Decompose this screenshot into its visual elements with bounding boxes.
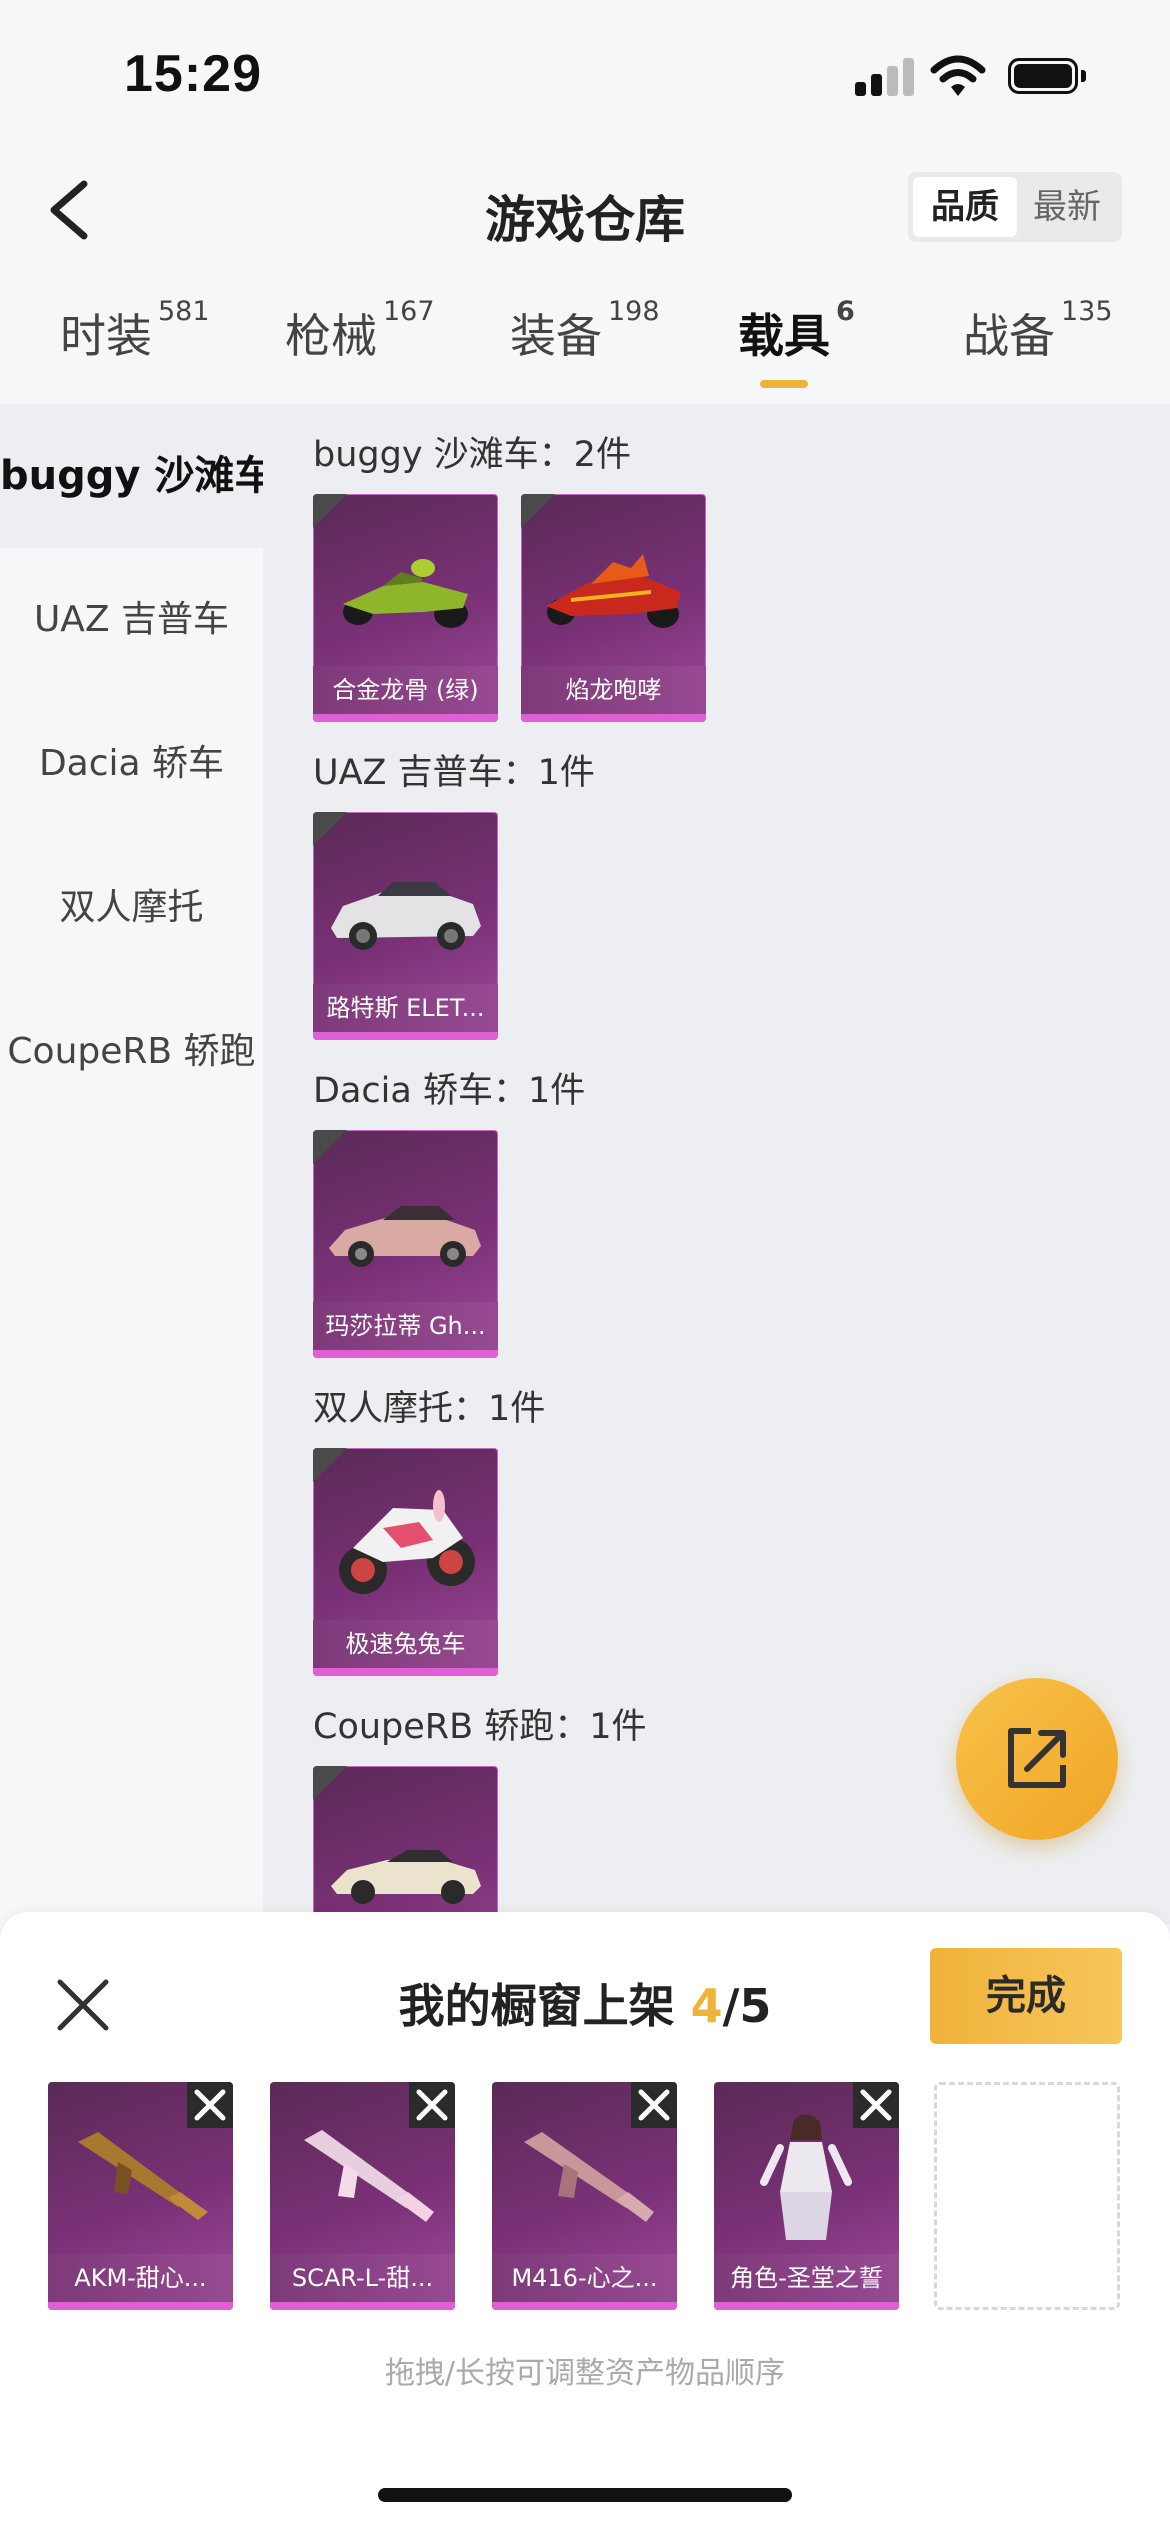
showcase-slot[interactable]: 角色-圣堂之誓 xyxy=(714,2082,899,2310)
tab-vehicles[interactable]: 载具 6 xyxy=(738,296,855,366)
showcase-slot[interactable]: SCAR-L-甜... xyxy=(270,2082,455,2310)
tab-label: 时装 xyxy=(60,309,152,363)
done-button[interactable]: 完成 xyxy=(930,1948,1122,2044)
sidebar-item-buggy[interactable]: buggy 沙滩车 xyxy=(0,404,274,548)
vehicle-card[interactable]: 玛莎拉蒂 Gh... xyxy=(313,1130,498,1358)
character-outfit-image xyxy=(760,2114,852,2240)
vehicle-name: 路特斯 ELET... xyxy=(313,984,498,1032)
status-bar: 15:29 xyxy=(0,0,1170,150)
sort-toggle: 品质 最新 xyxy=(908,172,1122,242)
reorder-hint: 拖拽/长按可调整资产物品顺序 xyxy=(384,2356,786,2391)
sportscar-cream-image xyxy=(331,1850,481,1904)
showcase-slot[interactable]: M416-心之... xyxy=(492,2082,677,2310)
section-heading: CoupeRB 轿跑：1件 xyxy=(313,1707,647,1747)
cellular-signal-icon xyxy=(855,58,915,96)
tab-label: 战备 xyxy=(963,309,1055,363)
tab-count: 6 xyxy=(836,296,855,327)
showcase-title-text: 我的橱窗上架 xyxy=(398,1979,675,2033)
tab-count: 167 xyxy=(383,296,435,327)
share-button[interactable] xyxy=(956,1678,1118,1840)
tab-count: 581 xyxy=(158,296,210,327)
sidebar-item-motorcycle[interactable]: 双人摩托 xyxy=(0,836,263,980)
showcase-slot[interactable]: AKM-甜心... xyxy=(48,2082,233,2310)
tab-count: 198 xyxy=(608,296,660,327)
vehicle-type-sidebar: buggy 沙滩车 UAZ 吉普车 Dacia 轿车 双人摩托 CoupeRB … xyxy=(0,404,274,1924)
section-heading: UAZ 吉普车：1件 xyxy=(313,753,595,793)
home-indicator xyxy=(378,2488,792,2502)
vehicle-name: 极速兔兔车 xyxy=(313,1620,498,1668)
vehicle-name: 合金龙骨 (绿) xyxy=(313,666,498,714)
motorcycle-bunny-image xyxy=(339,1490,475,1594)
wifi-icon xyxy=(930,54,990,98)
showcase-item-name: M416-心之... xyxy=(492,2254,677,2302)
tab-weapons[interactable]: 枪械 167 xyxy=(285,296,435,366)
status-time: 15:29 xyxy=(124,45,262,103)
vehicle-card[interactable]: 极速兔兔车 xyxy=(313,1448,498,1676)
sort-option-newest[interactable]: 最新 xyxy=(1015,177,1119,237)
tab-fashion[interactable]: 时装 581 xyxy=(60,296,210,366)
section-heading: buggy 沙滩车：2件 xyxy=(313,435,631,475)
tab-equipment[interactable]: 装备 198 xyxy=(510,296,660,366)
tab-label: 枪械 xyxy=(285,309,377,363)
showcase-item-name: 角色-圣堂之誓 xyxy=(714,2254,899,2302)
remove-item-close-icon[interactable] xyxy=(187,2082,233,2128)
buggy-green-image xyxy=(343,559,468,628)
section-heading: Dacia 轿车：1件 xyxy=(313,1071,586,1111)
battery-icon xyxy=(1008,58,1088,96)
vehicle-name: 玛莎拉蒂 Gh... xyxy=(313,1302,498,1350)
showcase-total: /5 xyxy=(722,1979,772,2033)
vehicle-card[interactable]: 焰龙咆哮 xyxy=(521,494,706,722)
empty-showcase-slot[interactable] xyxy=(934,2082,1120,2310)
share-export-icon xyxy=(1008,1728,1066,1788)
sedan-pink-image xyxy=(329,1206,481,1267)
sidebar-item-dacia[interactable]: Dacia 轿车 xyxy=(0,692,263,836)
sidebar-item-couperb[interactable]: CoupeRB 轿跑 xyxy=(0,980,263,1124)
suv-white-image xyxy=(331,882,481,950)
active-tab-indicator xyxy=(760,380,808,388)
vehicle-card[interactable] xyxy=(313,1766,498,1924)
m416-rifle-image xyxy=(524,2132,654,2222)
section-heading: 双人摩托：1件 xyxy=(313,1389,546,1429)
vehicle-name: 焰龙咆哮 xyxy=(521,666,706,714)
remove-item-close-icon[interactable] xyxy=(409,2082,455,2128)
akm-rifle-image xyxy=(78,2132,208,2220)
tab-label: 装备 xyxy=(510,309,602,363)
vehicle-card[interactable]: 合金龙骨 (绿) xyxy=(313,494,498,722)
showcase-item-name: AKM-甜心... xyxy=(48,2254,233,2302)
sort-option-quality[interactable]: 品质 xyxy=(913,177,1017,237)
tab-count: 135 xyxy=(1061,296,1113,327)
buggy-red-image xyxy=(546,554,681,628)
remove-item-close-icon[interactable] xyxy=(631,2082,677,2128)
vehicle-card[interactable]: 路特斯 ELET... xyxy=(313,812,498,1040)
category-tabs: 时装 581 枪械 167 装备 198 载具 6 战备 135 xyxy=(0,290,1170,400)
showcase-item-name: SCAR-L-甜... xyxy=(270,2254,455,2302)
scar-rifle-image xyxy=(304,2130,434,2222)
sidebar-item-uaz[interactable]: UAZ 吉普车 xyxy=(0,548,263,692)
tab-label: 载具 xyxy=(738,309,830,363)
nav-header: 游戏仓库 品质 最新 xyxy=(0,150,1170,270)
tab-supplies[interactable]: 战备 135 xyxy=(963,296,1113,366)
showcase-count: 4 xyxy=(690,1979,723,2033)
remove-item-close-icon[interactable] xyxy=(853,2082,899,2128)
showcase-sheet: 我的橱窗上架 4/5 完成 AKM-甜心... SCAR-L-甜... M416… xyxy=(0,1912,1170,2532)
